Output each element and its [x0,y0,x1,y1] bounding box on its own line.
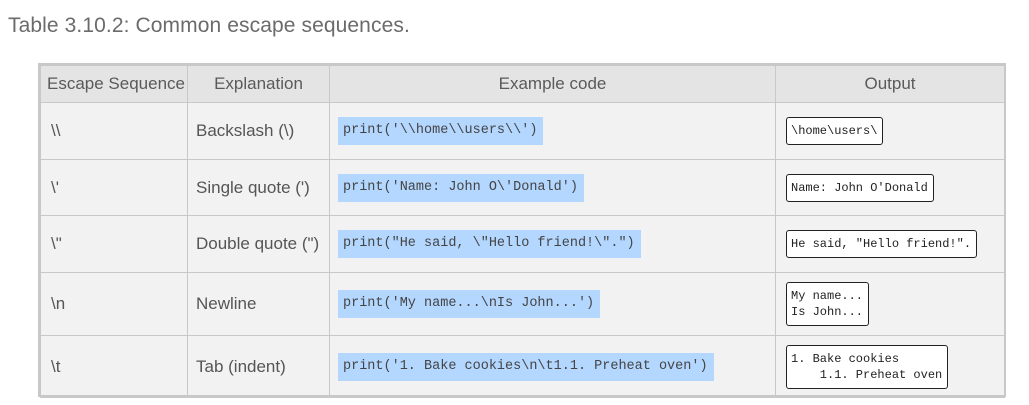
explanation-cell: Newline [187,272,330,336]
header-output: Output [775,65,1005,103]
output-box: My name... Is John... [786,282,870,326]
escape-sequence-cell: \n [40,272,188,336]
table-row: \' Single quote (') print('Name: John O\… [40,159,1005,216]
example-code-cell: print('My name...\nIs John...') [329,272,776,336]
example-code-cell: print('Name: John O\'Donald') [329,159,776,216]
header-escape-sequence: Escape Sequence [40,65,188,103]
output-cell: My name... Is John... [775,272,1005,336]
output-cell: Name: John O'Donald [775,159,1005,216]
escape-sequence-cell: \t [40,335,188,398]
table-row: \t Tab (indent) print('1. Bake cookies\n… [40,335,1005,398]
output-box: \home\users\ [786,117,884,145]
output-cell: He said, "Hello friend!". [775,215,1005,273]
explanation-cell: Single quote (') [187,159,330,216]
code-snippet: print('Name: John O\'Donald') [338,173,584,202]
output-box: 1. Bake cookies 1.1. Preheat oven [786,344,949,389]
header-explanation: Explanation [187,65,330,103]
output-box: He said, "Hello friend!". [786,230,978,258]
header-row: Escape Sequence Explanation Example code… [40,65,1005,103]
table-row: \n Newline print('My name...\nIs John...… [40,272,1005,336]
code-snippet: print("He said, \"Hello friend!\".") [338,230,641,258]
table-row: \" Double quote (") print("He said, \"He… [40,215,1005,273]
output-cell: \home\users\ [775,102,1005,160]
escape-sequence-cell: \" [40,215,188,273]
output-cell: 1. Bake cookies 1.1. Preheat oven [775,335,1005,398]
header-example-code: Example code [329,65,776,103]
table-caption: Table 3.10.2: Common escape sequences. [8,14,410,37]
example-code-cell: print('1. Bake cookies\n\t1.1. Preheat o… [329,335,776,398]
example-code-cell: print("He said, \"Hello friend!\".") [329,215,776,273]
explanation-cell: Backslash (\) [187,102,330,160]
escape-sequence-cell: \\ [40,102,188,160]
output-box: Name: John O'Donald [786,173,934,202]
explanation-cell: Tab (indent) [187,335,330,398]
table-row: \\ Backslash (\) print('\\home\\users\\'… [40,102,1005,160]
escape-sequences-table: Escape Sequence Explanation Example code… [38,63,1006,398]
explanation-cell: Double quote (") [187,215,330,273]
code-snippet: print('\\home\\users\\') [338,117,544,145]
table: Escape Sequence Explanation Example code… [40,65,1005,398]
escape-sequence-cell: \' [40,159,188,216]
example-code-cell: print('\\home\\users\\') [329,102,776,160]
code-snippet: print('My name...\nIs John...') [338,290,601,318]
code-snippet: print('1. Bake cookies\n\t1.1. Preheat o… [338,352,714,381]
